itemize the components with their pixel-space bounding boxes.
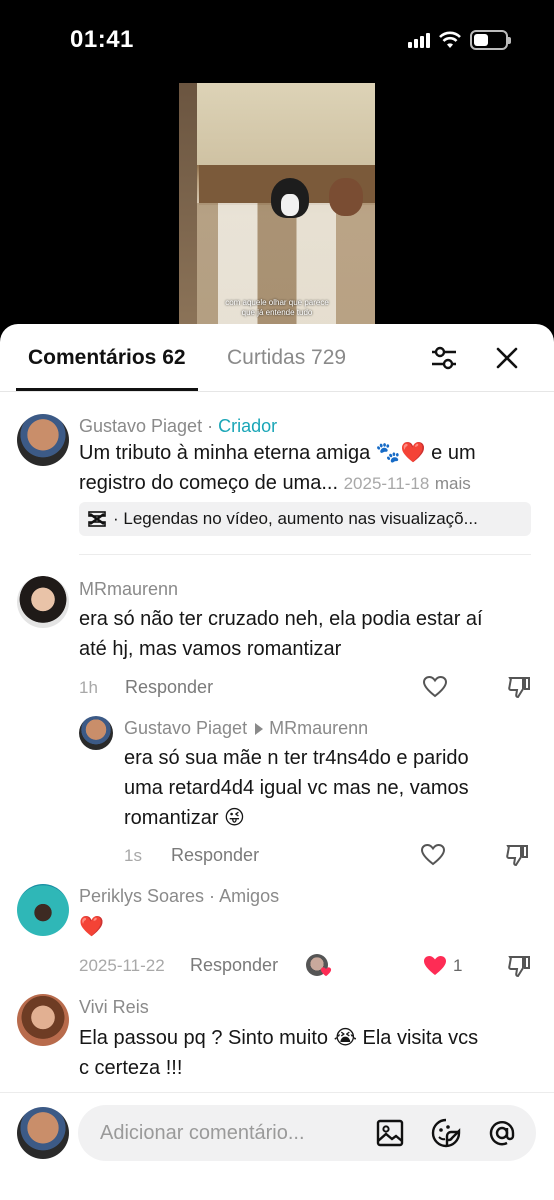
- image-icon[interactable]: [375, 1118, 405, 1148]
- dislike-icon[interactable]: [506, 674, 532, 700]
- mention-icon[interactable]: [486, 1117, 518, 1149]
- comment-composer: [0, 1092, 554, 1200]
- comment-input[interactable]: [100, 1119, 360, 1147]
- dislike-icon[interactable]: [504, 842, 530, 868]
- avatar[interactable]: [17, 884, 69, 936]
- emoji-icon[interactable]: [430, 1117, 462, 1149]
- chip-text: · Legendas no vídeo, aumento nas visuali…: [113, 509, 478, 528]
- caption-chip[interactable]: · Legendas no vídeo, aumento nas visuali…: [79, 502, 531, 536]
- battery-fill: [474, 34, 488, 46]
- video-caption: com aquele olhar que parece que já enten…: [225, 298, 329, 317]
- divider: [79, 554, 531, 555]
- reply-button[interactable]: Responder: [190, 955, 278, 976]
- comment-text: Ela passou pq ? Sinto muito 😭 Ela visita…: [79, 1027, 479, 1079]
- reply-arrow-icon: [255, 722, 264, 735]
- avatar[interactable]: [17, 994, 69, 1046]
- avatar[interactable]: [17, 414, 69, 466]
- creator-badge: Criador: [218, 416, 278, 436]
- wifi-icon: [439, 31, 461, 48]
- reply-time: 1s: [124, 846, 142, 865]
- avatar[interactable]: [79, 716, 113, 750]
- comment-input-container[interactable]: [78, 1105, 536, 1161]
- comment-text: ❤️: [79, 916, 104, 938]
- status-time: 01:41: [70, 26, 134, 53]
- battery-icon: [470, 30, 511, 50]
- tab-bar: Comentários 62 Curtidas 729: [0, 324, 554, 392]
- person-figure: [329, 178, 363, 216]
- dog-figure: [271, 178, 309, 218]
- comment-author[interactable]: Periklys Soares · Amigos: [79, 886, 279, 907]
- heart-icon[interactable]: [420, 842, 446, 868]
- comment-text: era só não ter cruzado neh, ela podia es…: [79, 608, 483, 660]
- comment-author[interactable]: Gustavo Piaget · Criador: [79, 416, 277, 437]
- tab-likes[interactable]: Curtidas 729: [227, 346, 346, 370]
- tab-comments[interactable]: Comentários 62: [28, 346, 186, 370]
- comment-author[interactable]: Vivi Reis: [79, 997, 149, 1018]
- comment-author[interactable]: MRmaurenn: [79, 579, 178, 600]
- avatar[interactable]: [17, 576, 69, 628]
- reply-author[interactable]: Gustavo Piaget MRmaurenn: [124, 718, 368, 739]
- tab-underline: [16, 388, 198, 391]
- status-icons: [408, 30, 511, 50]
- capcut-icon: [88, 511, 106, 527]
- comments-sheet: Comentários 62 Curtidas 729 Gustavo Piag…: [0, 324, 554, 1200]
- comment-date: 2025-11-18: [343, 474, 430, 493]
- like-count: 1: [453, 956, 463, 975]
- comment-time: 1h: [79, 678, 98, 697]
- heart-filled-icon[interactable]: [422, 953, 448, 979]
- dislike-icon[interactable]: [506, 953, 532, 979]
- signal-icon: [408, 32, 430, 48]
- reply-button[interactable]: Responder: [171, 845, 259, 866]
- user-avatar[interactable]: [17, 1107, 69, 1159]
- more-link[interactable]: mais: [435, 474, 471, 493]
- comment-date: 2025-11-22: [79, 956, 165, 975]
- reply-text: era só sua mãe n ter tr4ns4do e parido u…: [124, 747, 469, 829]
- reply-button[interactable]: Responder: [125, 677, 213, 698]
- comment-text: Um tributo à minha eterna amiga 🐾❤️ e um…: [79, 442, 476, 494]
- heart-icon[interactable]: [422, 674, 448, 700]
- close-icon[interactable]: [493, 344, 521, 372]
- creator-heart-icon: [320, 967, 332, 977]
- status-bar: 01:41: [0, 0, 554, 80]
- video-preview[interactable]: com aquele olhar que parece que já enten…: [179, 83, 375, 325]
- friends-badge: Amigos: [219, 886, 280, 906]
- filter-icon[interactable]: [430, 344, 458, 372]
